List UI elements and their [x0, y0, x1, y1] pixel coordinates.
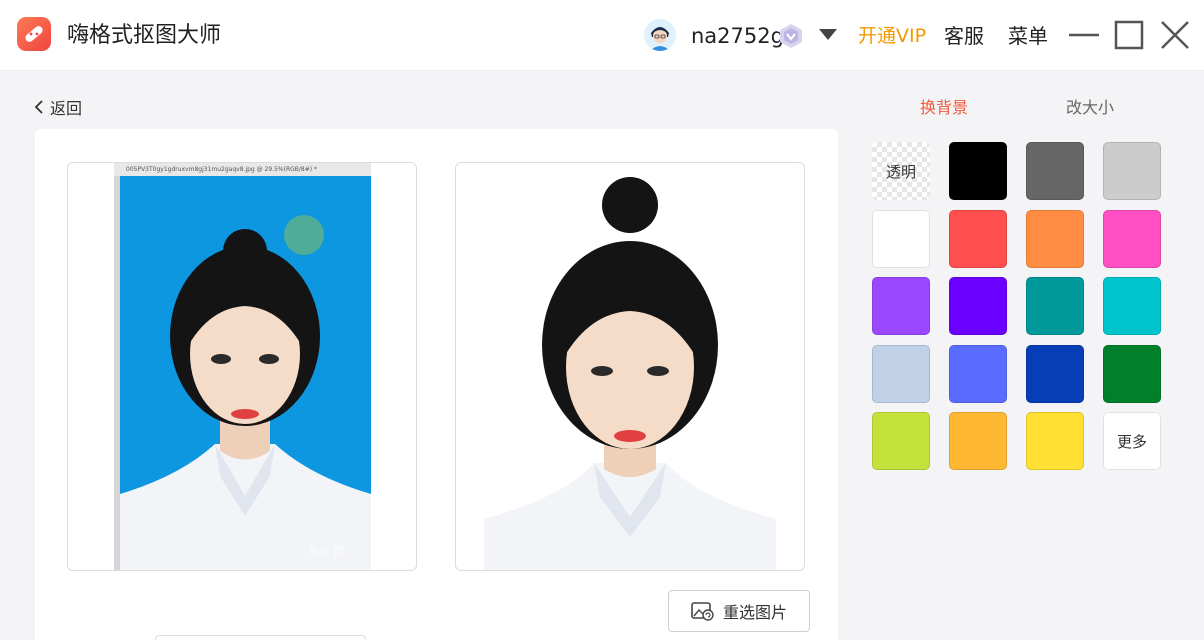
result-image-panel [455, 162, 805, 571]
color-swatch[interactable] [1026, 142, 1084, 200]
avatar[interactable] [644, 19, 676, 51]
editor-card: 005PV3T0gy1gdruxvm8gj31mu2gaqv8.jpg @ 29… [35, 129, 838, 640]
image-refresh-icon [691, 602, 714, 621]
color-swatch[interactable] [1026, 345, 1084, 403]
reselect-label: 重选图片 [722, 603, 787, 622]
chevron-left-icon [34, 100, 43, 114]
color-swatch[interactable] [949, 142, 1007, 200]
partial-control [155, 635, 366, 640]
color-swatch[interactable] [1026, 210, 1084, 268]
color-swatch[interactable] [1026, 412, 1084, 470]
color-swatch[interactable] [872, 277, 930, 335]
swatch-label: 更多 [1116, 432, 1147, 451]
color-swatch[interactable] [949, 412, 1007, 470]
reselect-image-button[interactable]: 重选图片 [668, 590, 810, 632]
color-swatch[interactable] [872, 210, 930, 268]
color-swatch[interactable] [949, 277, 1007, 335]
username[interactable]: na2752g [691, 22, 784, 50]
color-swatch[interactable] [1103, 210, 1161, 268]
cutout-portrait [484, 177, 776, 570]
color-swatch[interactable] [872, 412, 930, 470]
tab-change-background[interactable]: 换背景 [920, 97, 968, 119]
original-image-panel: 005PV3T0gy1gdruxvm8gj31mu2gaqv8.jpg @ 29… [67, 162, 417, 571]
menu-link[interactable]: 菜单 [1008, 22, 1048, 50]
color-swatch[interactable] [1103, 277, 1161, 335]
original-filename: 005PV3T0gy1gdruxvm8gj31mu2gaqv8.jpg @ 29… [114, 163, 371, 176]
original-image: 005PV3T0gy1gdruxvm8gj31mu2gaqv8.jpg @ 29… [114, 163, 371, 570]
open-vip-link[interactable]: 开通VIP [858, 22, 926, 50]
account-dropdown-icon[interactable] [819, 29, 837, 40]
color-swatch[interactable] [1026, 277, 1084, 335]
back-button[interactable]: 返回 [34, 96, 82, 118]
brush-cursor [284, 215, 324, 255]
color-swatch[interactable] [949, 345, 1007, 403]
color-swatch[interactable] [1103, 345, 1161, 403]
back-label: 返回 [50, 99, 83, 118]
customer-service-link[interactable]: 客服 [944, 22, 984, 50]
color-swatch[interactable] [872, 345, 930, 403]
color-swatch[interactable] [1103, 142, 1161, 200]
color-swatch[interactable] [949, 210, 1007, 268]
swatch-label: 透明 [885, 162, 916, 181]
minimize-icon[interactable] [1067, 18, 1101, 52]
more-colors-button[interactable]: 更多 [1103, 412, 1161, 470]
portrait-figure [120, 229, 371, 570]
tab-resize[interactable]: 改大小 [1066, 97, 1114, 119]
watermark: Bai 百 [310, 545, 345, 559]
swatch-transparent[interactable]: 透明 [872, 142, 930, 200]
title-bar: 嗨格式抠图大师 na2752g 开通VIP 客服 菜单 [0, 0, 1204, 71]
app-title: 嗨格式抠图大师 [67, 23, 222, 48]
close-icon[interactable] [1158, 18, 1192, 52]
maximize-icon[interactable] [1112, 18, 1146, 52]
app-logo-icon [17, 17, 51, 51]
vip-level-badge-icon [777, 22, 805, 50]
